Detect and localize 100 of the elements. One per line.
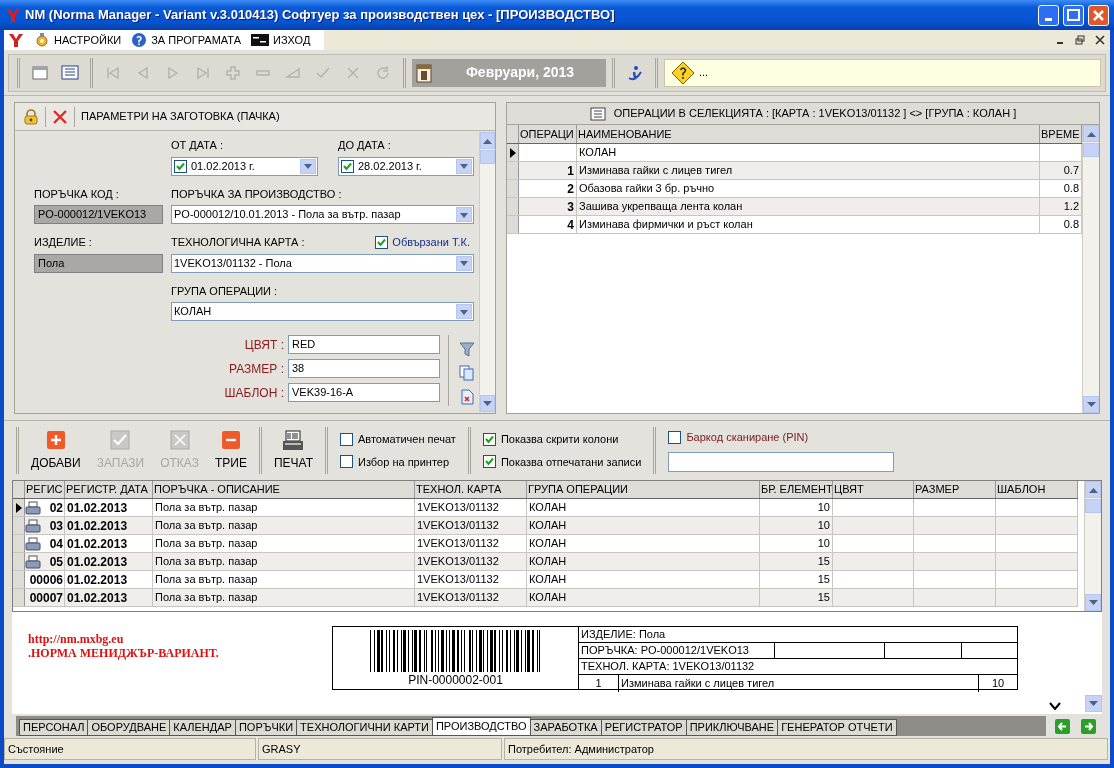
column-header[interactable]: БР. ЕЛЕМЕНТ [760, 481, 833, 498]
scroll-thumb[interactable] [1083, 143, 1099, 157]
scrollbar[interactable] [479, 132, 495, 412]
column-header[interactable]: ГРУПА ОПЕРАЦИИ [527, 481, 760, 498]
checkbox[interactable] [340, 432, 353, 446]
column-header[interactable]: РАЗМЕР [914, 481, 996, 498]
maximize-icon [1067, 9, 1080, 21]
checkbox[interactable] [174, 159, 187, 173]
scroll-thumb[interactable] [480, 150, 495, 164]
caret-icon [1088, 486, 1098, 493]
maximize-button[interactable] [1063, 4, 1084, 26]
icon-button[interactable] [459, 339, 475, 358]
table-cell: Зашива укрепваща лента колан [577, 198, 1040, 215]
table-cell: КОЛАН [527, 535, 760, 552]
barcode-number: PIN-0000002-001 [408, 673, 503, 687]
table-cell: 01.02.2013 [65, 499, 153, 516]
toolbar-button[interactable]: ТРИЕ [209, 425, 253, 476]
tab[interactable]: КАЛЕНДАР [169, 719, 236, 736]
dropdown-field[interactable]: 1VEKO13/01132 - Пола [171, 253, 474, 273]
gear-icon [34, 32, 50, 48]
column-header[interactable]: НАИМЕНОВАНИЕ [577, 125, 1040, 143]
scroll-down-button[interactable] [1085, 594, 1101, 611]
dropdown-button[interactable] [300, 158, 316, 174]
website-link[interactable]: http://nm.mxbg.eu [28, 632, 332, 646]
column-header[interactable]: ШАБЛОН [996, 481, 1078, 498]
table-cell: 00006 [29, 571, 64, 588]
dropdown-field[interactable]: КОЛАН [171, 302, 474, 321]
scroll-down-button[interactable] [1085, 695, 1102, 712]
column-header[interactable]: ЦВЯТ [833, 481, 914, 498]
dropdown-field[interactable]: PO-000012/10.01.2013 - Пола за вътр. пазар [171, 205, 474, 224]
menu-item[interactable]: НАСТРОЙКИ [34, 30, 122, 50]
field-label: ИЗДЕЛИЕ : [34, 235, 93, 250]
tab[interactable]: ПЕРСОНАЛ [19, 719, 89, 736]
close-button[interactable] [1088, 4, 1109, 26]
column-header[interactable]: ПОРЪЧКА - ОПИСАНИЕ [153, 481, 415, 498]
table-cell: 2 [519, 180, 577, 197]
barcode-input-field[interactable] [668, 451, 895, 472]
scroll-up-button[interactable] [480, 132, 495, 149]
scroll-thumb[interactable] [1085, 499, 1101, 513]
table-cell: Пола за вътр. пазар [153, 535, 415, 552]
checkbox[interactable] [375, 235, 389, 249]
tab[interactable]: ТЕХНОЛОГИЧНИ КАРТИ [296, 719, 433, 736]
app-logo-icon [5, 7, 21, 23]
checkbox[interactable] [482, 432, 496, 446]
dropdown-button[interactable] [456, 158, 472, 174]
column-header[interactable]: ТЕХНОЛ. КАРТА [415, 481, 527, 498]
status-panel: Потребител: Администратор [504, 738, 1108, 760]
nav-button[interactable] [1078, 716, 1098, 736]
scroll-down-button[interactable] [1083, 396, 1099, 413]
scroll-up-button[interactable] [1083, 125, 1099, 142]
column-header[interactable]: ОПЕРАЦИ [519, 125, 577, 143]
scroll-down-button[interactable] [480, 395, 495, 412]
copy-icon [459, 364, 475, 381]
label-text: 10 [990, 676, 1006, 691]
tab[interactable]: РЕГИСТРАТОР [600, 719, 687, 736]
menu-item[interactable]: ИЗХОД [251, 30, 311, 50]
date-picker[interactable]: 01.02.2013 г. [171, 156, 318, 176]
list-icon [61, 63, 79, 82]
table-cell: Пола за вътр. пазар [153, 571, 415, 588]
tab[interactable]: ПРОИЗВОДСТВО [431, 717, 531, 736]
dropdown-button[interactable] [456, 304, 472, 319]
checkbox[interactable] [341, 159, 354, 173]
column-header[interactable]: РЕГИСТР. ДАТА [65, 481, 153, 498]
text-field[interactable]: VEK39-16-A [288, 383, 440, 402]
checkbox[interactable] [340, 455, 353, 469]
date-picker[interactable]: 28.02.2013 г. [338, 156, 474, 176]
plus-icon [225, 64, 241, 81]
dropdown-button[interactable] [456, 207, 472, 222]
tab[interactable]: ОБОРУДВАНЕ [87, 719, 171, 736]
column-header[interactable]: РЕГИС [25, 481, 65, 498]
icon-button[interactable] [459, 387, 475, 406]
nav-button[interactable] [1052, 716, 1073, 736]
dropdown-button[interactable] [456, 255, 472, 271]
field-label: ПОРЪЧКА ЗА ПРОИЗВОДСТВО : [171, 186, 343, 202]
checkbox[interactable] [482, 455, 496, 469]
toolbar-button[interactable]: ДОБАВИ [25, 425, 87, 476]
minimize-button[interactable] [1038, 4, 1059, 26]
scrollbar[interactable] [1082, 125, 1099, 413]
field-label: ШАБЛОН : [223, 384, 284, 402]
checkbox[interactable] [668, 431, 682, 444]
text-field[interactable]: RED [288, 335, 440, 354]
table-cell: 01.02.2013 [65, 517, 153, 534]
tab[interactable]: ЗАРАБОТКА [529, 719, 602, 736]
filter-icon [459, 340, 475, 357]
table-cell: 1VEKO13/01132 [415, 499, 527, 516]
tab[interactable]: ПОРЪЧКИ [234, 719, 298, 736]
table-cell: 3 [519, 198, 577, 215]
text-field[interactable]: 38 [288, 359, 440, 378]
scrollbar[interactable] [1084, 481, 1101, 611]
tab[interactable]: ГЕНЕРАТОР ОТЧЕТИ [777, 719, 897, 736]
toolbar-button[interactable]: ПЕЧАТ [267, 425, 319, 476]
first-record-icon [105, 64, 121, 81]
menu-item[interactable]: ЗА ПРОГРАМАТА [131, 30, 242, 50]
printer-icon [25, 518, 41, 533]
icon-button[interactable] [459, 363, 475, 382]
label-text: ПОРЪЧКА: PO-000012/1VEKO13 [579, 643, 775, 658]
scroll-up-button[interactable] [1085, 481, 1101, 498]
table-cell: 10 [760, 517, 833, 534]
checkbox-label: Показва отпечатани записи [500, 454, 642, 470]
tab[interactable]: ПРИКЛЮЧВАНЕ [685, 719, 779, 736]
